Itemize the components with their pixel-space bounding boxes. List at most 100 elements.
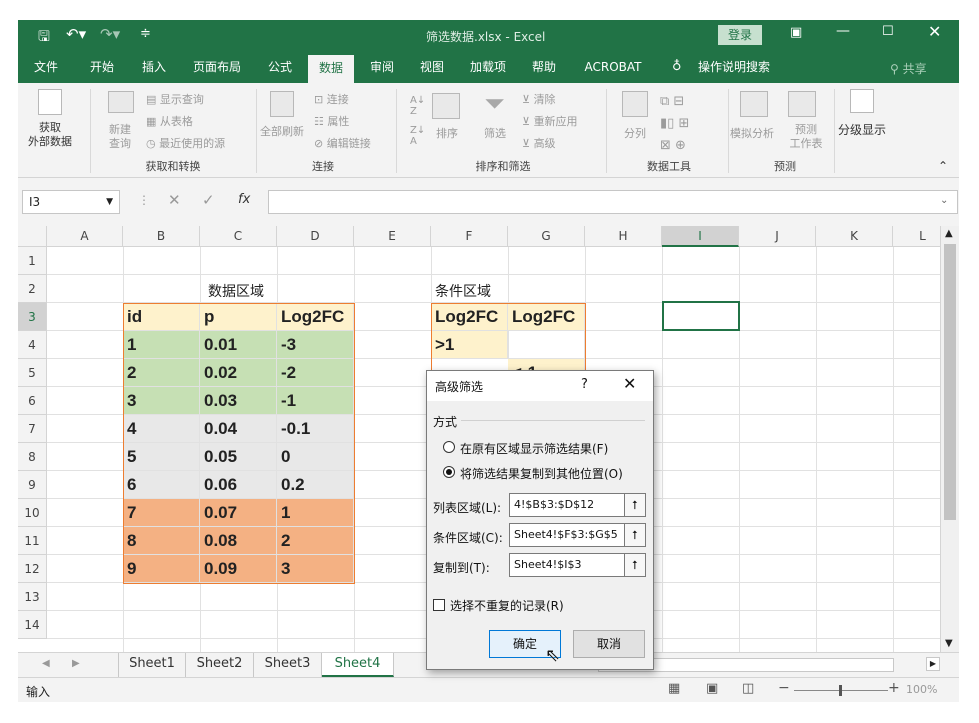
prev-sheet-icon[interactable]: ◀ — [42, 658, 50, 669]
collapse-dialog-icon[interactable]: ⭡ — [624, 494, 645, 516]
option-copy-to-location[interactable]: 将筛选结果复制到其他位置(O) — [460, 465, 623, 482]
cancel-icon[interactable]: ✕ — [168, 191, 181, 209]
col-header-g[interactable]: G — [508, 226, 585, 247]
cancel-button[interactable]: 取消 — [573, 630, 645, 658]
ribbon-display-options-icon[interactable]: ▣ — [790, 25, 802, 40]
col-header-j[interactable]: J — [739, 226, 816, 247]
criteria-header-cell[interactable]: Log2FC — [431, 303, 508, 331]
advanced-button[interactable]: ⊻ 高级 — [522, 135, 556, 151]
table-cell[interactable]: -0.1 — [277, 415, 354, 443]
clear-button[interactable]: ⊻ 清除 — [522, 91, 556, 107]
page-break-view-icon[interactable]: ◫ — [742, 681, 754, 696]
collapse-ribbon-icon[interactable]: ⌃ — [938, 159, 948, 173]
table-cell[interactable]: 8 — [123, 527, 200, 555]
table-cell[interactable]: 0.01 — [200, 331, 277, 359]
row-header-5[interactable]: 5 — [18, 359, 47, 387]
new-query-button[interactable]: 新建 查询 — [102, 123, 138, 151]
criteria-cell[interactable]: >1 — [431, 331, 508, 359]
sort-button[interactable]: 排序 — [436, 125, 458, 141]
zoom-in-icon[interactable]: + — [888, 680, 900, 696]
table-cell[interactable]: 1 — [123, 331, 200, 359]
table-cell[interactable]: 2 — [277, 527, 354, 555]
login-button[interactable]: 登录 — [718, 25, 762, 45]
table-header-cell[interactable]: p — [200, 303, 277, 331]
reapply-button[interactable]: ⊻ 重新应用 — [522, 113, 578, 129]
table-cell[interactable]: 0.04 — [200, 415, 277, 443]
table-cell[interactable]: 6 — [123, 471, 200, 499]
expand-formula-icon[interactable]: ⌄ — [940, 195, 948, 206]
tab-data[interactable]: 数据 — [308, 55, 354, 83]
what-if-button[interactable]: 模拟分析 — [730, 125, 774, 141]
formula-input[interactable] — [268, 190, 958, 214]
maximize-icon[interactable]: ☐ — [882, 24, 894, 39]
unique-records-label[interactable]: 选择不重复的记录(R) — [450, 597, 564, 614]
table-cell[interactable]: 0.08 — [200, 527, 277, 555]
tab-acrobat[interactable]: ACROBAT — [580, 52, 646, 83]
share-button[interactable]: ⚲ 共享 — [890, 60, 927, 77]
col-header-a[interactable]: A — [47, 226, 123, 247]
col-header-d[interactable]: D — [277, 226, 354, 247]
row-header-7[interactable]: 7 — [18, 415, 47, 443]
col-header-h[interactable]: H — [585, 226, 662, 247]
next-sheet-icon[interactable]: ▶ — [72, 658, 80, 669]
col-header-f[interactable]: F — [431, 226, 508, 247]
tab-insert[interactable]: 插入 — [134, 52, 174, 83]
row-header-3[interactable]: 3 — [18, 303, 47, 331]
collapse-dialog-icon[interactable]: ⭡ — [624, 524, 645, 546]
filter-button[interactable]: 筛选 — [484, 125, 506, 141]
col-header-e[interactable]: E — [354, 226, 431, 247]
tab-page-layout[interactable]: 页面布局 — [186, 52, 248, 83]
select-all-corner[interactable] — [18, 226, 47, 247]
scroll-thumb[interactable] — [944, 244, 956, 520]
table-cell[interactable]: 0.09 — [200, 555, 277, 583]
row-header-11[interactable]: 11 — [18, 527, 47, 555]
scroll-up-icon[interactable]: ▲ — [945, 228, 953, 239]
tab-add-ins[interactable]: 加载项 — [462, 52, 514, 83]
normal-view-icon[interactable]: ▦ — [668, 681, 680, 696]
vertical-scrollbar[interactable]: ▲ ▼ — [940, 226, 959, 652]
insert-function-icon[interactable]: fx — [238, 192, 250, 207]
table-cell[interactable]: 1 — [277, 499, 354, 527]
get-external-data-button[interactable]: 获取 外部数据 — [24, 121, 76, 149]
col-header-c[interactable]: C — [200, 226, 277, 247]
row-header-4[interactable]: 4 — [18, 331, 47, 359]
outline-button[interactable]: 分级显示 — [838, 121, 886, 138]
sort-za-icon[interactable]: Z↓ A — [410, 125, 425, 147]
sheet-tab-sheet2[interactable]: Sheet2 — [186, 653, 254, 677]
show-query-button[interactable]: ▤ 显示查询 — [146, 91, 204, 107]
list-range-input[interactable]: 4!$B$3:$D$12 ⭡ — [509, 493, 646, 517]
radio-copy-to-location[interactable] — [443, 466, 455, 478]
table-cell[interactable]: 4 — [123, 415, 200, 443]
edit-links-button[interactable]: ⊘ 编辑链接 — [314, 135, 371, 151]
sheet-tab-sheet1[interactable]: Sheet1 — [118, 653, 186, 677]
minimize-icon[interactable]: — — [836, 23, 850, 39]
table-cell[interactable]: -3 — [277, 331, 354, 359]
redo-icon[interactable]: ↷▾ — [100, 25, 120, 43]
criteria-header-cell[interactable]: Log2FC — [508, 303, 585, 331]
forecast-sheet-button[interactable]: 预测 工作表 — [788, 123, 824, 151]
active-cell-i3[interactable] — [662, 301, 740, 331]
table-cell[interactable]: 2 — [123, 359, 200, 387]
close-icon[interactable]: ✕ — [928, 22, 941, 41]
copy-to-input[interactable]: Sheet4!$I$3 ⭡ — [509, 553, 646, 577]
table-cell[interactable]: 0.02 — [200, 359, 277, 387]
table-cell[interactable]: -1 — [277, 387, 354, 415]
row-header-1[interactable]: 1 — [18, 247, 47, 275]
row-header-10[interactable]: 10 — [18, 499, 47, 527]
recent-sources-button[interactable]: ◷ 最近使用的源 — [146, 135, 225, 151]
table-cell[interactable]: 9 — [123, 555, 200, 583]
sheet-tab-sheet4[interactable]: Sheet4 — [322, 653, 394, 677]
zoom-out-icon[interactable]: − — [778, 680, 790, 696]
sort-az-icon[interactable]: A↓ Z — [410, 95, 425, 117]
tab-view[interactable]: 视图 — [412, 52, 452, 83]
option-filter-in-place[interactable]: 在原有区域显示筛选结果(F) — [460, 440, 608, 457]
criteria-range-input[interactable]: Sheet4!$F$3:$G$5 ⭡ — [509, 523, 646, 547]
undo-icon[interactable]: ↶▾ — [66, 25, 86, 43]
page-layout-view-icon[interactable]: ▣ — [706, 681, 718, 696]
table-cell[interactable]: 5 — [123, 443, 200, 471]
tab-formulas[interactable]: 公式 — [260, 52, 300, 83]
table-cell[interactable]: 3 — [277, 555, 354, 583]
table-cell[interactable]: 0.06 — [200, 471, 277, 499]
help-icon[interactable]: ? — [581, 377, 588, 392]
tab-home[interactable]: 开始 — [82, 52, 122, 83]
